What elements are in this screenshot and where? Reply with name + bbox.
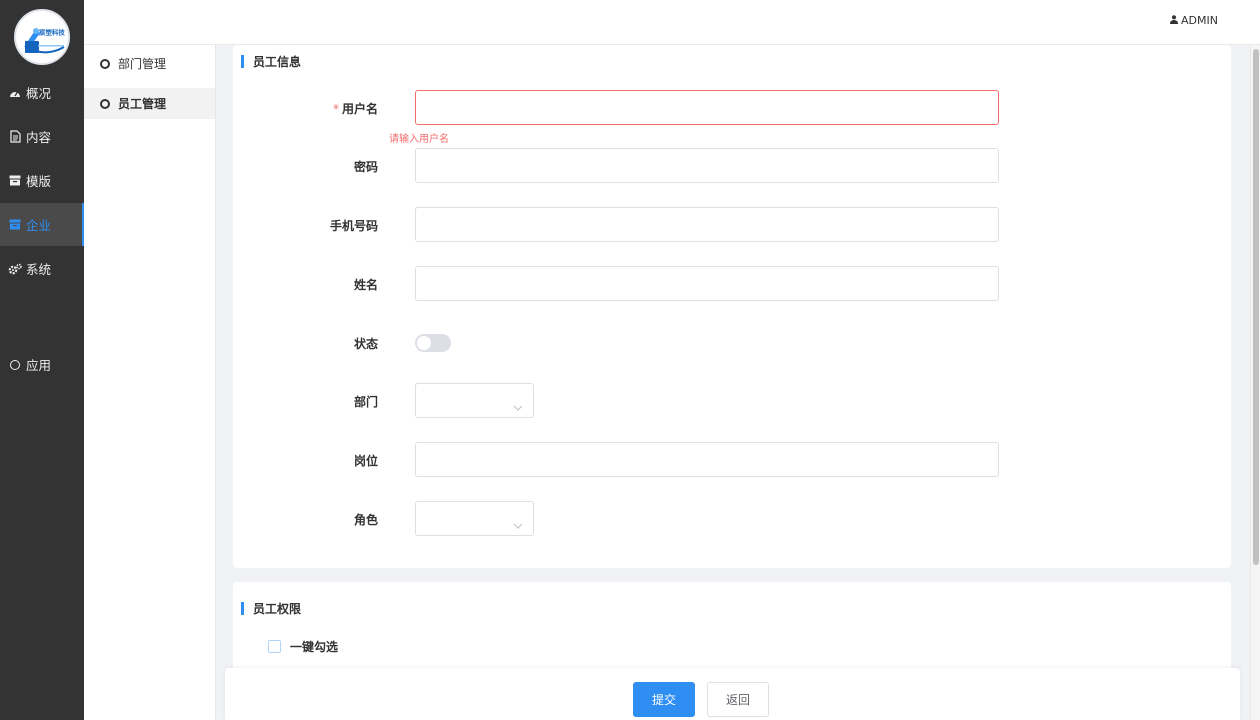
sidebar-item-label: 企业 — [26, 218, 52, 233]
dashboard-icon — [8, 86, 22, 100]
section-marker — [241, 602, 244, 615]
employee-info-card: 员工信息 * 用户名 请输入用户名 密码 手机号码 姓名 状态 部门 岗位 角色 — [233, 45, 1231, 568]
status-label: 状态 — [353, 337, 378, 351]
page-scrollbar[interactable] — [1250, 45, 1260, 720]
section-title: 员工信息 — [241, 53, 301, 70]
scrollbar-thumb[interactable] — [1253, 49, 1259, 565]
submenu-item-label: 部门管理 — [118, 57, 167, 71]
department-select[interactable] — [415, 383, 534, 418]
user-menu[interactable]: ADMIN — [1170, 14, 1218, 27]
main-sidebar: 宸塑科技 概况 内容 模版 企业 系统 应用 — [0, 0, 84, 720]
sidebar-item-system[interactable]: 系统 — [0, 247, 84, 290]
checkbox-box — [268, 640, 281, 653]
position-label: 岗位 — [353, 454, 378, 468]
phone-input[interactable] — [415, 207, 999, 242]
sidebar-item-content[interactable]: 内容 — [0, 115, 84, 158]
secondary-menu: 部门管理 员工管理 — [84, 45, 216, 720]
chevron-down-icon — [513, 396, 523, 415]
sidebar-item-label: 概况 — [26, 86, 52, 101]
document-icon — [8, 130, 22, 144]
logo-graphic — [24, 28, 65, 54]
password-input[interactable] — [415, 148, 999, 183]
name-label: 姓名 — [353, 278, 378, 292]
gears-icon — [8, 262, 22, 276]
sidebar-item-templates[interactable]: 模版 — [0, 159, 84, 202]
chevron-down-icon — [513, 514, 523, 533]
back-button[interactable]: 返回 — [707, 682, 769, 717]
username-error: 请输入用户名 — [389, 134, 449, 145]
sidebar-item-label: 内容 — [26, 130, 52, 145]
role-label: 角色 — [353, 513, 378, 527]
sidebar-item-label: 模版 — [26, 174, 52, 189]
password-label: 密码 — [353, 160, 378, 174]
required-mark: * — [332, 102, 339, 116]
submit-button[interactable]: 提交 — [633, 682, 695, 717]
sidebar-item-apps[interactable]: 应用 — [0, 343, 84, 386]
top-header: ADMIN — [84, 0, 1260, 45]
phone-label: 手机号码 — [329, 219, 378, 233]
sidebar-item-enterprise[interactable]: 企业 — [0, 203, 84, 246]
name-input[interactable] — [415, 266, 999, 301]
company-logo[interactable]: 宸塑科技 — [14, 9, 70, 65]
submenu-item-label: 员工管理 — [118, 97, 167, 111]
user-icon — [1170, 14, 1179, 27]
select-all-label: 一键勾选 — [290, 640, 339, 654]
department-label: 部门 — [353, 395, 378, 409]
section-marker — [241, 55, 244, 68]
username-label: * 用户名 — [332, 102, 378, 116]
logo-text: 宸塑科技 — [39, 28, 65, 37]
status-toggle[interactable] — [415, 334, 451, 352]
sidebar-item-overview[interactable]: 概况 — [0, 71, 84, 114]
toggle-knob — [417, 336, 431, 350]
sidebar-item-label: 系统 — [26, 262, 52, 277]
circle-icon — [100, 58, 110, 69]
submenu-item-departments[interactable]: 部门管理 — [84, 48, 215, 79]
role-select[interactable] — [415, 501, 534, 536]
circle-icon — [100, 98, 110, 109]
username-input[interactable] — [415, 90, 999, 125]
select-all-checkbox[interactable]: 一键勾选 — [268, 638, 338, 655]
form-footer: 提交 返回 — [225, 668, 1240, 720]
sidebar-item-label: 应用 — [26, 358, 52, 373]
template-icon — [8, 174, 22, 188]
enterprise-icon — [8, 218, 22, 232]
submenu-item-employees[interactable]: 员工管理 — [84, 88, 215, 119]
position-input[interactable] — [415, 442, 999, 477]
username-label: ADMIN — [1181, 14, 1218, 27]
circle-icon — [8, 358, 22, 372]
section-title: 员工权限 — [241, 600, 301, 617]
